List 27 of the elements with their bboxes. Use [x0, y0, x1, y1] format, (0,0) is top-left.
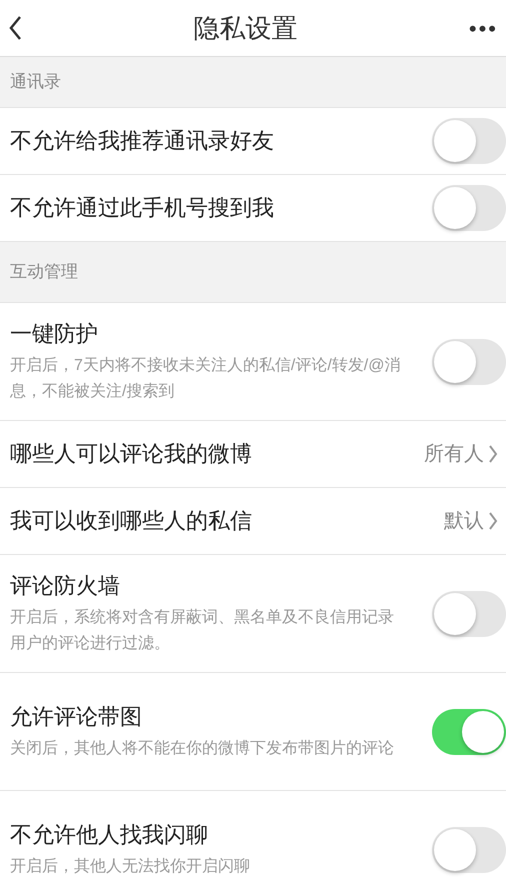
page-title: 隐私设置	[193, 12, 298, 44]
setting-label: 一键防护	[10, 320, 99, 348]
toggle-switch[interactable]	[432, 338, 506, 384]
toggle-switch[interactable]	[432, 590, 506, 636]
setting-value: 所有人	[424, 442, 484, 467]
setting-label: 不允许给我推荐通讯录好友	[10, 127, 275, 155]
setting-label: 我可以收到哪些人的私信	[10, 507, 253, 535]
setting-label: 哪些人可以评论我的微博	[10, 440, 253, 468]
toggle-switch[interactable]	[432, 118, 506, 164]
toggle-switch[interactable]	[432, 708, 506, 754]
toggle-switch[interactable]	[432, 826, 506, 872]
setting-label: 不允许他人找我闪聊	[10, 820, 209, 848]
setting-description: 开启后，系统将对含有屏蔽词、黑名单及不良信用记录用户的评论进行过滤。	[10, 608, 395, 654]
setting-label: 评论防火墙	[10, 572, 121, 600]
setting-label: 允许评论带图	[10, 702, 143, 730]
setting-description: 开启后，其他人无法找你开启闪聊	[10, 856, 251, 876]
setting-description: 关闭后，其他人将不能在你的微博下发布带图片的评论	[10, 738, 395, 758]
toggle-switch[interactable]	[432, 185, 506, 231]
setting-value: 默认	[444, 509, 484, 534]
more-button[interactable]: •••	[468, 12, 498, 44]
back-icon[interactable]	[8, 15, 22, 41]
chevron-right-icon	[488, 444, 498, 464]
setting-description: 开启后，7天内将不接收未关注人的私信/评论/转发/@消息，不能被关注/搜索到	[10, 356, 402, 402]
chevron-right-icon	[488, 511, 498, 531]
section-header: 通讯录	[10, 71, 61, 94]
section-header: 互动管理	[10, 261, 78, 284]
setting-label: 不允许通过此手机号搜到我	[10, 194, 275, 222]
